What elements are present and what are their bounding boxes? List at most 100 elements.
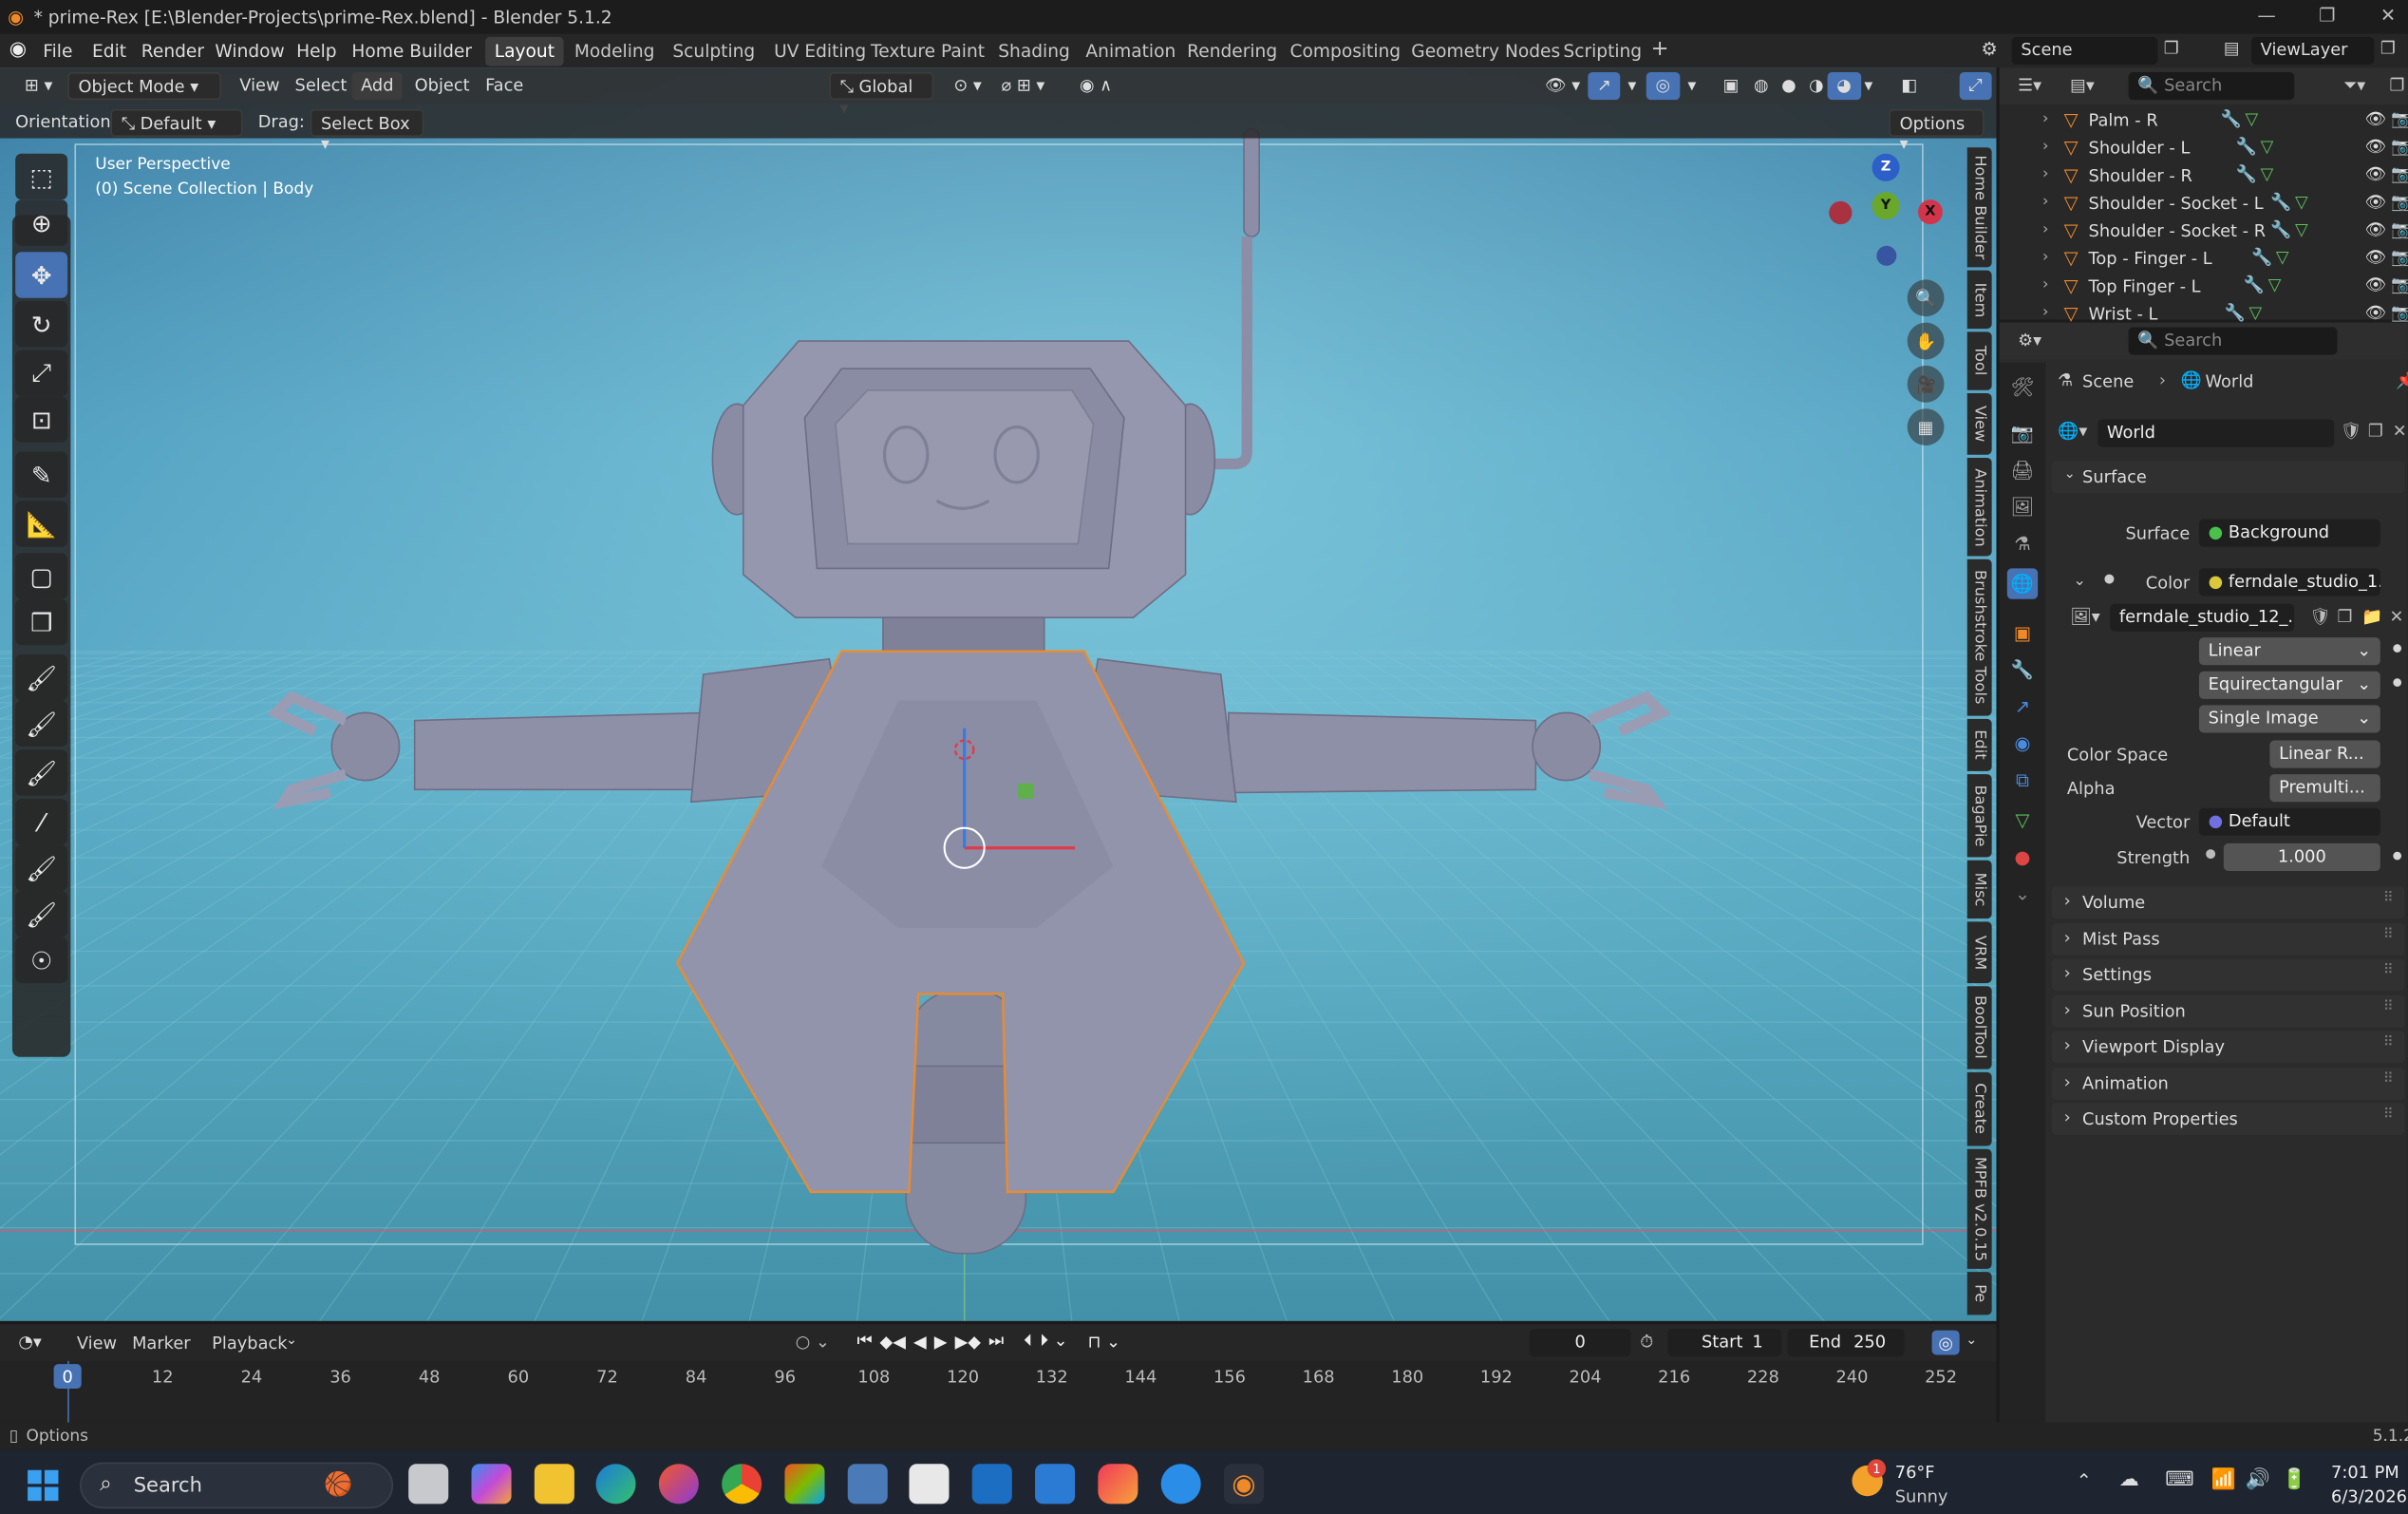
outliner-row[interactable]: ›▽Shoulder - L🔧▽👁📷 [2000,135,2408,162]
outliner-item-label[interactable]: Palm - R [2089,110,2158,130]
tab-compositing[interactable]: Compositing [1281,37,1410,66]
sidebar-tab-brushstroke-tools[interactable]: Brushstroke Tools [1966,558,1992,716]
pivot-point-icon[interactable]: ⊙ ▾ [945,72,991,100]
render-visibility-icon[interactable]: 📷 [2391,137,2408,157]
image-name-field[interactable]: ferndale_studio_12_... [2110,603,2295,632]
viewlayer-name-field[interactable]: ViewLayer [2250,36,2375,65]
sidebar-tab-vrm[interactable]: VRM [1966,921,1992,984]
gizmo-x-axis[interactable]: X [1918,199,1943,225]
mode-dropdown[interactable]: Object Mode ▾ [67,72,221,101]
menu-render[interactable]: Render [141,40,204,62]
tab-geometry-nodes[interactable]: Geometry Nodes [1402,37,1570,66]
duplicate-world-icon[interactable]: ❐ [2368,421,2383,441]
scene-icon[interactable]: ⚙ [1981,38,1997,60]
outliner-row[interactable]: ›▽Shoulder - R🔧▽👁📷 [2000,162,2408,190]
sidebar-tab-item[interactable]: Item [1966,270,1992,330]
expand-arrow-icon[interactable]: › [2042,276,2048,293]
minimize-icon[interactable]: — [2257,5,2275,27]
breadcrumb-scene[interactable]: Scene [2082,371,2134,391]
snap-timeline-icon[interactable]: ⊓ ⌄ [1088,1331,1120,1351]
interpolation-dropdown[interactable]: Linear ⌄ [2198,637,2380,666]
expand-arrow-icon[interactable]: › [2042,166,2048,183]
expand-arrow-icon[interactable]: › [2042,194,2048,211]
tab-rendering[interactable]: Rendering [1177,37,1286,66]
timeline-view-icon[interactable]: ◎ [1931,1330,1960,1355]
render-visibility-icon[interactable]: 📷 [2391,109,2408,129]
surface-shader-field[interactable]: ● Background [2198,519,2380,547]
tab-shading[interactable]: Shading [989,37,1080,66]
gizmo-y-axis[interactable]: Y [1872,192,1900,220]
color-collapse-icon[interactable]: ⌄ [2073,573,2086,590]
fake-user-icon[interactable]: 🛡 [2341,421,2362,441]
strength-keyframe-dot[interactable]: ● [2393,849,2402,861]
start-frame-field[interactable]: Start 1 [1667,1328,1782,1357]
outliner-item-label[interactable]: Shoulder - L [2089,139,2191,159]
panel-drag-handle-icon[interactable]: ⠿ [2383,927,2394,942]
outliner-item-label[interactable]: Shoulder - Socket - R [2089,221,2267,241]
viewport-extra-icon[interactable]: ⤢ [1959,72,1992,101]
render-visibility-icon[interactable]: 📷 [2391,247,2408,267]
interpolation-keyframe-dot[interactable]: ● [2393,642,2402,654]
add-workspace-icon[interactable]: + [1642,34,1678,64]
prev-keyframe-icon[interactable]: ◆◀ [880,1331,906,1351]
outliner-row[interactable]: ›▽Palm - R🔧▽👁📷 [2000,107,2408,135]
expand-arrow-icon[interactable]: › [2042,304,2048,321]
gizmo-dropdown-icon[interactable]: ▾ [1619,72,1646,100]
new-collection-icon[interactable]: ❐ [2390,75,2405,95]
volume-icon[interactable]: 🔊 [2245,1468,2269,1491]
eye-visibility-icon[interactable]: 👁 [2365,164,2387,184]
image-fake-user-icon[interactable]: 🛡 [2309,607,2331,627]
breadcrumb-world[interactable]: World [2205,371,2253,391]
tab-scripting[interactable]: Scripting [1554,37,1651,66]
properties-search-input[interactable]: 🔍 Search [2128,327,2338,355]
view-layer-tab-icon[interactable]: 🖼 [2007,492,2038,522]
cursor-tool-icon[interactable]: ⊕ [15,199,68,246]
transform-orientation-dropdown[interactable]: ⤡ Global ▾ [829,72,934,119]
gizmo-neg-z[interactable] [1876,245,1897,266]
outliner-row[interactable]: ›▽Shoulder - Socket - L🔧▽👁📷 [2000,191,2408,218]
wifi-icon[interactable]: 📶 [2211,1468,2236,1491]
add-cube-tool-icon[interactable]: ▢ [15,553,68,599]
tab-uv-editing[interactable]: UV Editing [764,37,875,66]
projection-keyframe-dot[interactable]: ● [2393,676,2402,689]
surface-panel-header[interactable]: Surface [2051,461,2405,494]
xray-icon[interactable]: ▣ [1714,72,1748,100]
prev-marker-icon[interactable]: ⏴ [1024,1331,1032,1353]
panel-viewport-display[interactable]: › Viewport Display ⠿ [2051,1031,2405,1064]
keyboard-icon[interactable]: ⌨ [2165,1468,2193,1491]
image-unlink-icon[interactable]: ✕ [2390,607,2404,627]
clock-time[interactable]: 7:01 PM [2331,1463,2399,1483]
battery-icon[interactable]: 🔋 [2282,1468,2306,1491]
select-box-tool-icon[interactable]: ⬚ [15,153,68,200]
new-scene-icon[interactable]: ❐ [2164,38,2179,58]
notepad-icon[interactable] [1035,1464,1076,1505]
render-visibility-icon[interactable]: 📷 [2391,219,2408,239]
panel-drag-handle-icon[interactable]: ⠿ [2383,1107,2394,1123]
orientation-dropdown[interactable]: ⤡ Default ▾ [110,108,243,137]
panel-animation[interactable]: › Animation ⠿ [2051,1067,2405,1100]
edge-icon[interactable] [595,1464,636,1505]
eye-visibility-icon[interactable]: 👁 [2365,274,2387,294]
eye-visibility-icon[interactable]: 👁 [2365,219,2387,239]
store-icon[interactable] [784,1464,825,1505]
calculator-icon[interactable] [847,1464,888,1505]
annotate-tool-icon[interactable]: ✎ [15,451,68,499]
eye-visibility-icon[interactable]: 👁 [2365,137,2387,157]
gizmo-z-axis[interactable]: Z [1872,153,1900,181]
firefox-icon[interactable] [658,1464,699,1505]
sidebar-tab-view[interactable]: View [1966,393,1992,455]
extra-object-tool-icon[interactable]: ❒ [15,598,68,646]
menu-face[interactable]: Face [476,72,533,100]
proportional-edit-icon[interactable]: ◉ ∧ [1070,72,1121,100]
drag-dropdown[interactable]: Select Box ▾ [310,108,424,154]
timeline-editor-icon[interactable]: ◔▾ [18,1332,41,1352]
outliner-row[interactable]: ›▽Top - Finger - L🔧▽👁📷 [2000,246,2408,274]
maximize-icon[interactable]: ❐ [2319,5,2335,27]
chrome-icon[interactable] [722,1464,762,1505]
sidebar-tab-edit[interactable]: Edit [1966,718,1992,771]
current-frame-field[interactable]: 0 [1529,1328,1631,1357]
eye-visibility-icon[interactable]: 👁 [2365,109,2387,129]
pin-icon[interactable]: 📌 [2396,370,2408,390]
timeline-menu-marker[interactable]: Marker [132,1334,191,1353]
outliner-search-input[interactable]: 🔍 Search [2128,72,2295,101]
